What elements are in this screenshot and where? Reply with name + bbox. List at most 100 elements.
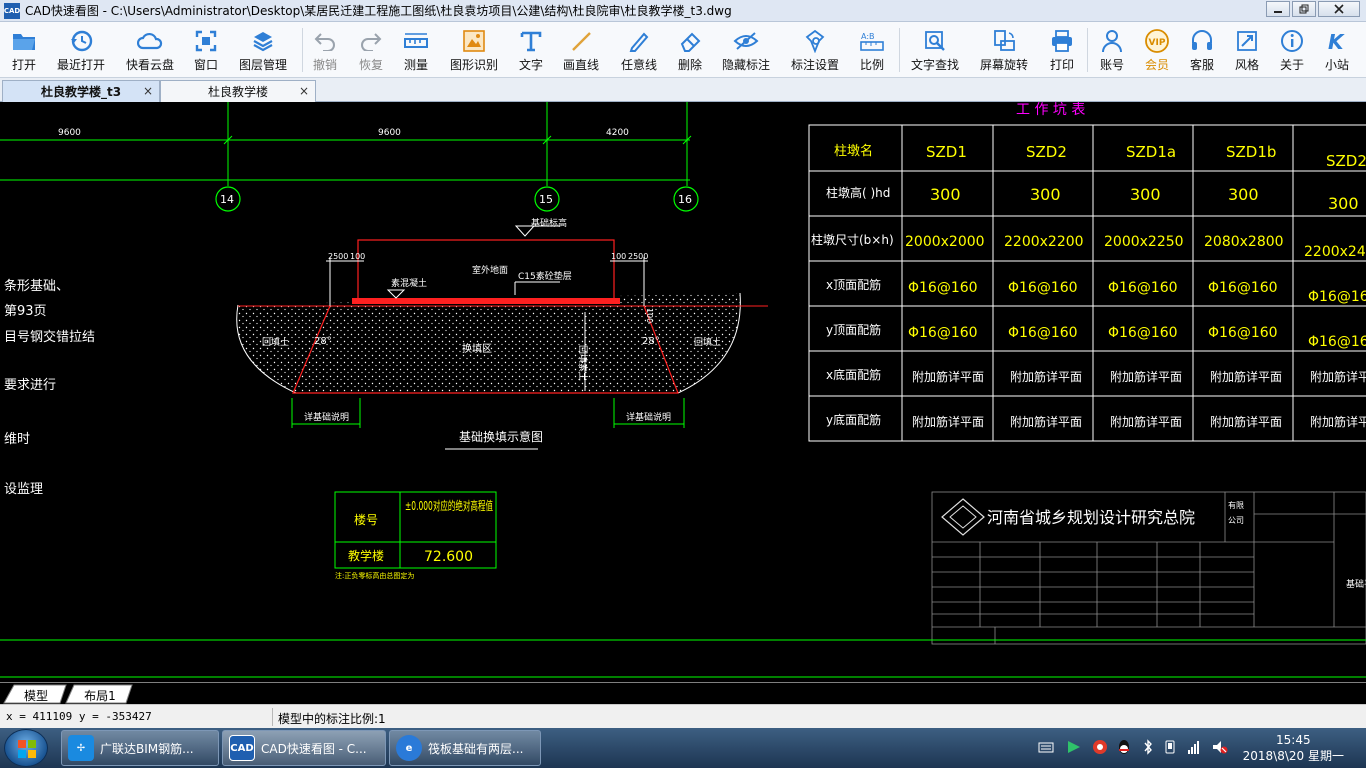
- close-button[interactable]: [1318, 1, 1360, 17]
- section-label: 详基础说明: [304, 411, 349, 423]
- scale-button[interactable]: A:B 比例: [857, 22, 887, 78]
- pile-cell: 2000x2000: [905, 234, 985, 250]
- device-icon[interactable]: [1162, 739, 1178, 755]
- dimension-label: 9600: [378, 128, 401, 138]
- pen-icon: [626, 28, 652, 54]
- video-player-icon[interactable]: [1066, 739, 1082, 755]
- minimize-icon: [1274, 11, 1282, 13]
- info-icon: [1279, 28, 1305, 54]
- hide-annotation-button[interactable]: 隐藏标注: [720, 22, 772, 78]
- elevation-header: ±0.000对应的绝对高程值: [405, 498, 493, 513]
- section-label: 回填素土: [577, 345, 589, 381]
- pile-cell: Φ16@160: [908, 325, 978, 341]
- window-button[interactable]: 窗口: [191, 22, 221, 78]
- open-button[interactable]: 打开: [6, 22, 42, 78]
- main-toolbar: 打开 最近打开 快看云盘 窗口 图层管理 撤销 恢复 测量 图形识别 文字 画直…: [0, 22, 1366, 78]
- shape-recognition-icon: [461, 28, 487, 54]
- section-label: 素混凝土: [391, 277, 427, 289]
- qq-icon[interactable]: [1116, 739, 1132, 755]
- axis-label: 14: [220, 193, 234, 206]
- bluetooth-icon[interactable]: [1140, 739, 1156, 755]
- style-button[interactable]: 风格: [1232, 22, 1262, 78]
- restore-button[interactable]: [1292, 1, 1316, 17]
- company-name: 河南省城乡规划设计研究总院: [987, 508, 1195, 527]
- toolbar-divider: [302, 28, 303, 72]
- pile-cell: SZD1a: [1126, 143, 1176, 161]
- section-label: 详基础说明: [626, 411, 671, 423]
- redo-button[interactable]: 恢复: [356, 22, 386, 78]
- layout-tab-layout1[interactable]: 布局1: [76, 686, 124, 704]
- style-label: 风格: [1234, 58, 1259, 72]
- tab-dulang-t3[interactable]: 杜良教学楼_t3 ×: [2, 80, 160, 102]
- layout-tab-model[interactable]: 模型: [14, 686, 58, 704]
- angle-label: 28°: [314, 336, 332, 347]
- minimize-button[interactable]: [1266, 1, 1290, 17]
- about-button[interactable]: 关于: [1277, 22, 1307, 78]
- measure-button[interactable]: 测量: [401, 22, 431, 78]
- taskbar-item-glodon[interactable]: ✢ 广联达BIM钢筋...: [61, 730, 219, 766]
- annotation-settings-icon: [802, 28, 828, 54]
- style-icon: [1234, 28, 1260, 54]
- app-window: CAD CAD快速看图 - C:\Users\Administrator\Des…: [0, 0, 1366, 768]
- account-button[interactable]: 账号: [1097, 22, 1127, 78]
- vip-button[interactable]: VIP 会员: [1142, 22, 1172, 78]
- headset-icon: [1189, 28, 1215, 54]
- keyboard-icon[interactable]: [1038, 739, 1054, 755]
- rotate-screen-button[interactable]: 屏幕旋转: [978, 22, 1030, 78]
- taskbar-item-browser[interactable]: e 筏板基础有两层...: [389, 730, 541, 766]
- status-bar: x = 411109 y = -353427 模型中的标注比例:1: [0, 704, 1366, 728]
- axis-bubbles: [215, 186, 699, 212]
- close-icon: [1334, 4, 1344, 14]
- draw-line-button[interactable]: 画直线: [561, 22, 601, 78]
- svg-text:VIP: VIP: [1149, 38, 1166, 48]
- layer-manager-button[interactable]: 图层管理: [237, 22, 289, 78]
- taskbar-item-cad[interactable]: CAD CAD快速看图 - C...: [222, 730, 386, 766]
- windows-logo-icon: [18, 740, 36, 758]
- pile-row-header: y顶面配筋: [826, 322, 881, 337]
- svg-text:A:B: A:B: [861, 32, 875, 41]
- volume-muted-icon[interactable]: [1212, 739, 1228, 755]
- drawing-canvas[interactable]: 9600 9600 4200 14 15 16 条形基础、 第93页 目号钢交错…: [0, 102, 1366, 682]
- pile-cell: SZD1: [926, 143, 967, 161]
- pile-cell: 300: [1130, 185, 1161, 204]
- site-button[interactable]: K 小站: [1322, 22, 1352, 78]
- clock[interactable]: 15:45 2018\8\20 星期一: [1243, 732, 1344, 764]
- folder-open-icon: [11, 28, 37, 54]
- title-bar: CAD CAD快速看图 - C:\Users\Administrator\Des…: [0, 0, 1366, 22]
- glodon-icon: ✢: [68, 735, 94, 761]
- security-icon[interactable]: [1092, 739, 1108, 755]
- pile-cell: SZD1b: [1226, 143, 1276, 161]
- browser-icon: e: [396, 735, 422, 761]
- text-search-button[interactable]: 文字查找: [909, 22, 961, 78]
- shape-recognition-label: 图形识别: [449, 58, 498, 72]
- print-button[interactable]: 打印: [1047, 22, 1077, 78]
- scale-label: 比例: [859, 58, 884, 72]
- tab-label: 杜良教学楼_t3: [40, 85, 122, 99]
- svg-text:K: K: [1328, 30, 1345, 53]
- recent-open-button[interactable]: 最近打开: [55, 22, 107, 78]
- taskbar-item-label: CAD快速看图 - C...: [261, 741, 367, 756]
- tab-close-icon[interactable]: ×: [299, 84, 309, 98]
- undo-button[interactable]: 撤销: [310, 22, 340, 78]
- pile-cell: 2200x2200: [1004, 234, 1084, 250]
- shape-recognition-button[interactable]: 图形识别: [448, 22, 500, 78]
- section-dim: 2500: [328, 252, 348, 261]
- customer-service-button[interactable]: 客服: [1187, 22, 1217, 78]
- network-signal-icon[interactable]: [1187, 739, 1203, 755]
- tab-dulang[interactable]: 杜良教学楼 ×: [160, 80, 316, 102]
- cloud-button[interactable]: 快看云盘: [124, 22, 176, 78]
- annotation-settings-button[interactable]: 标注设置: [789, 22, 841, 78]
- tab-close-icon[interactable]: ×: [143, 84, 153, 98]
- toolbar-divider: [1087, 28, 1088, 72]
- start-button[interactable]: [4, 729, 48, 767]
- text-button[interactable]: 文字: [516, 22, 546, 78]
- pile-cell: Φ16@160: [1108, 280, 1178, 296]
- company-suffix: 公司: [1228, 516, 1244, 525]
- status-divider: [272, 708, 273, 726]
- about-label: 关于: [1279, 58, 1304, 72]
- pile-cell: 附加筋详平面: [1110, 414, 1182, 429]
- delete-button[interactable]: 删除: [675, 22, 705, 78]
- freehand-line-button[interactable]: 任意线: [619, 22, 659, 78]
- rotate-screen-icon: [991, 28, 1017, 54]
- section-label: 换填区: [462, 342, 492, 355]
